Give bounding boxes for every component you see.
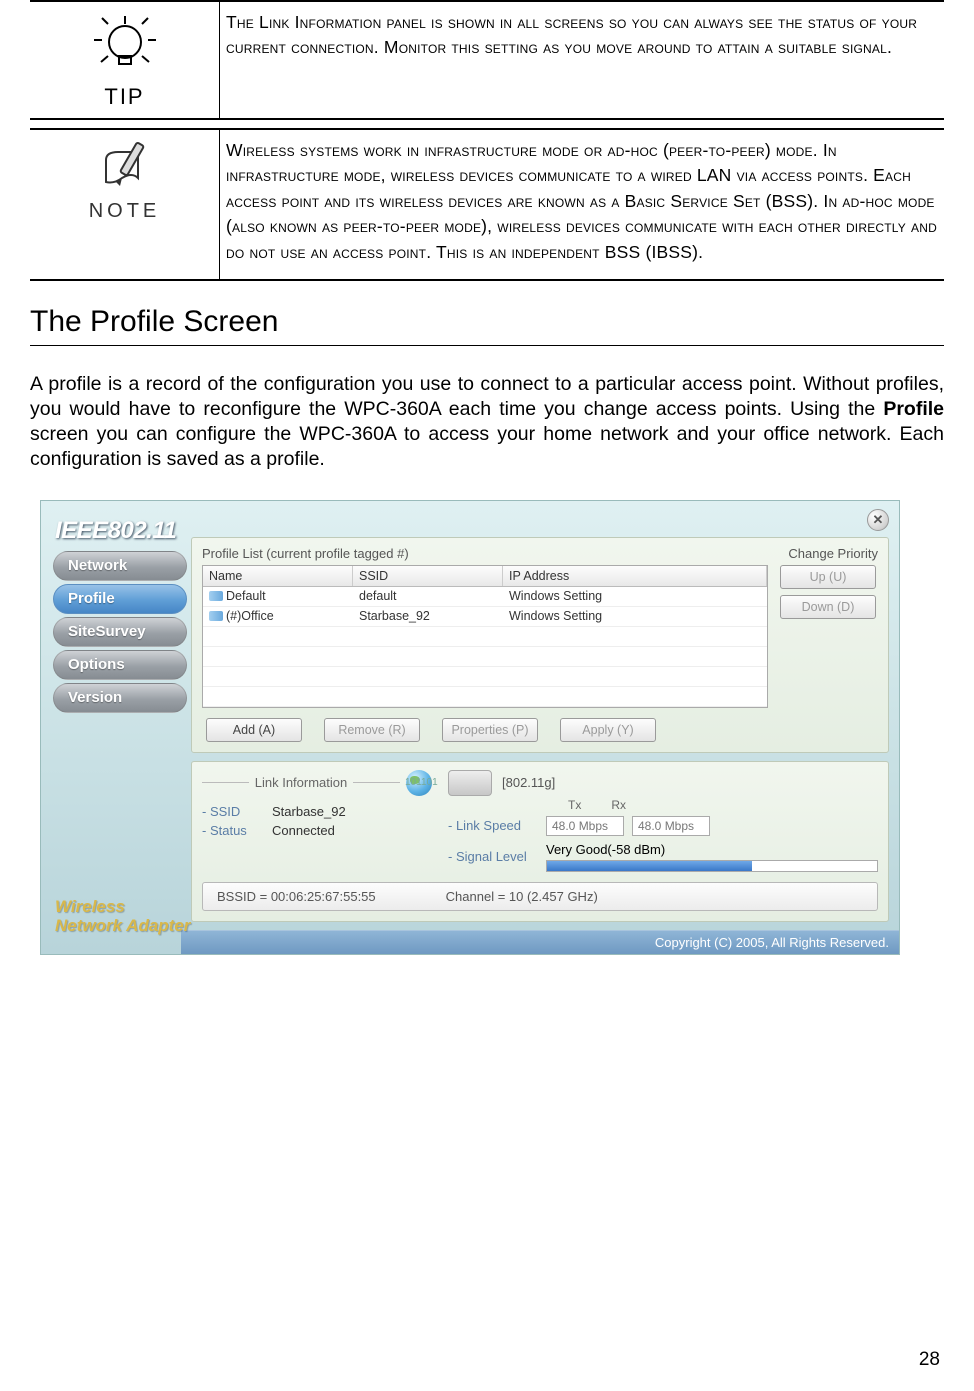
status-value: Connected xyxy=(272,823,335,838)
close-icon: ✕ xyxy=(873,512,884,528)
nav-network[interactable]: Network xyxy=(53,551,187,581)
wireless-mode: [802.11g] xyxy=(502,775,555,790)
section-title: The Profile Screen xyxy=(30,305,944,339)
channel-value: Channel = 10 (2.457 GHz) xyxy=(446,889,598,904)
copyright-bar: Copyright (C) 2005, All Rights Reserved. xyxy=(181,930,899,954)
properties-button[interactable]: Properties (P) xyxy=(442,718,538,742)
profile-row-icon xyxy=(209,591,223,601)
tip-label: TIP xyxy=(104,84,144,110)
close-button[interactable]: ✕ xyxy=(867,509,889,531)
page-number: 28 xyxy=(919,1349,940,1371)
profile-list-label: Profile List (current profile tagged #) xyxy=(202,546,409,561)
profile-row-icon xyxy=(209,611,223,621)
intro-paragraph: A profile is a record of the configurati… xyxy=(30,372,944,472)
pencil-note-icon xyxy=(96,138,154,196)
tip-icon-cell: TIP xyxy=(30,2,220,118)
note-text: Wireless systems work in infrastructure … xyxy=(220,130,944,279)
profile-table[interactable]: Name SSID IP Address Default default Win… xyxy=(202,565,768,708)
tip-callout: TIP The Link Information panel is shown … xyxy=(30,0,944,120)
lightbulb-icon xyxy=(90,10,160,80)
nav-profile[interactable]: Profile xyxy=(53,584,187,614)
nav-sitesurvey[interactable]: SiteSurvey xyxy=(53,617,187,647)
status-label: - Status xyxy=(202,823,272,838)
tx-label: Tx xyxy=(568,798,581,812)
col-name: Name xyxy=(203,566,353,586)
bssid-value: BSSID = 00:06:25:67:55:55 xyxy=(217,889,376,904)
priority-buttons: Up (U) Down (D) xyxy=(778,565,878,708)
table-row xyxy=(203,687,767,707)
up-button[interactable]: Up (U) xyxy=(780,565,876,589)
rx-label: Rx xyxy=(611,798,626,812)
tip-text: The Link Information panel is shown in a… xyxy=(220,2,944,118)
app-window: ✕ IEEE802.11 Network Profile SiteSurvey … xyxy=(40,500,900,955)
link-info-panel: Link Information - SSIDStarbase_92 - Sta… xyxy=(191,761,889,922)
rx-rate: 48.0 Mbps xyxy=(632,816,710,836)
network-card-icon xyxy=(448,770,492,796)
title-underline xyxy=(30,345,944,346)
link-info-title: Link Information xyxy=(255,775,348,790)
table-row xyxy=(203,667,767,687)
down-button[interactable]: Down (D) xyxy=(780,595,876,619)
table-row xyxy=(203,647,767,667)
table-header: Name SSID IP Address xyxy=(203,566,767,587)
signal-bar xyxy=(546,860,878,872)
profile-action-buttons: Add (A) Remove (R) Properties (P) Apply … xyxy=(202,718,878,742)
sidebar: IEEE802.11 Network Profile SiteSurvey Op… xyxy=(51,511,191,944)
table-row[interactable]: (#)Office Starbase_92 Windows Setting xyxy=(203,607,767,627)
ssid-label: - SSID xyxy=(202,804,272,819)
table-row xyxy=(203,627,767,647)
nav-version[interactable]: Version xyxy=(53,683,187,713)
intro-bold: Profile xyxy=(883,398,944,420)
profile-list-panel: Profile List (current profile tagged #) … xyxy=(191,537,889,753)
signal-label: - Signal Level xyxy=(448,849,538,864)
main-area: Profile List (current profile tagged #) … xyxy=(191,511,889,944)
wireless-adapter-label: Wireless Network Adapter xyxy=(55,898,190,935)
signal-bar-fill xyxy=(547,861,752,871)
change-priority-label: Change Priority xyxy=(788,546,878,561)
tx-rate: 48.0 Mbps xyxy=(546,816,624,836)
ssid-value: Starbase_92 xyxy=(272,804,346,819)
intro-pre: A profile is a record of the configurati… xyxy=(30,373,944,420)
signal-value: Very Good(-58 dBm) xyxy=(546,842,665,857)
note-label: NOTE xyxy=(89,200,161,223)
apply-button[interactable]: Apply (Y) xyxy=(560,718,656,742)
logo-ieee: IEEE802.11 xyxy=(53,517,187,545)
note-icon-cell: NOTE xyxy=(30,130,220,279)
connection-details: BSSID = 00:06:25:67:55:55 Channel = 10 (… xyxy=(202,882,878,911)
nav-options[interactable]: Options xyxy=(53,650,187,680)
note-callout: NOTE Wireless systems work in infrastruc… xyxy=(30,128,944,281)
linkspeed-label: - Link Speed xyxy=(448,818,538,833)
add-button[interactable]: Add (A) xyxy=(206,718,302,742)
table-row[interactable]: Default default Windows Setting xyxy=(203,587,767,607)
remove-button[interactable]: Remove (R) xyxy=(324,718,420,742)
col-ssid: SSID xyxy=(353,566,503,586)
intro-post: screen you can configure the WPC-360A to… xyxy=(30,423,944,470)
col-ip: IP Address xyxy=(503,566,767,586)
